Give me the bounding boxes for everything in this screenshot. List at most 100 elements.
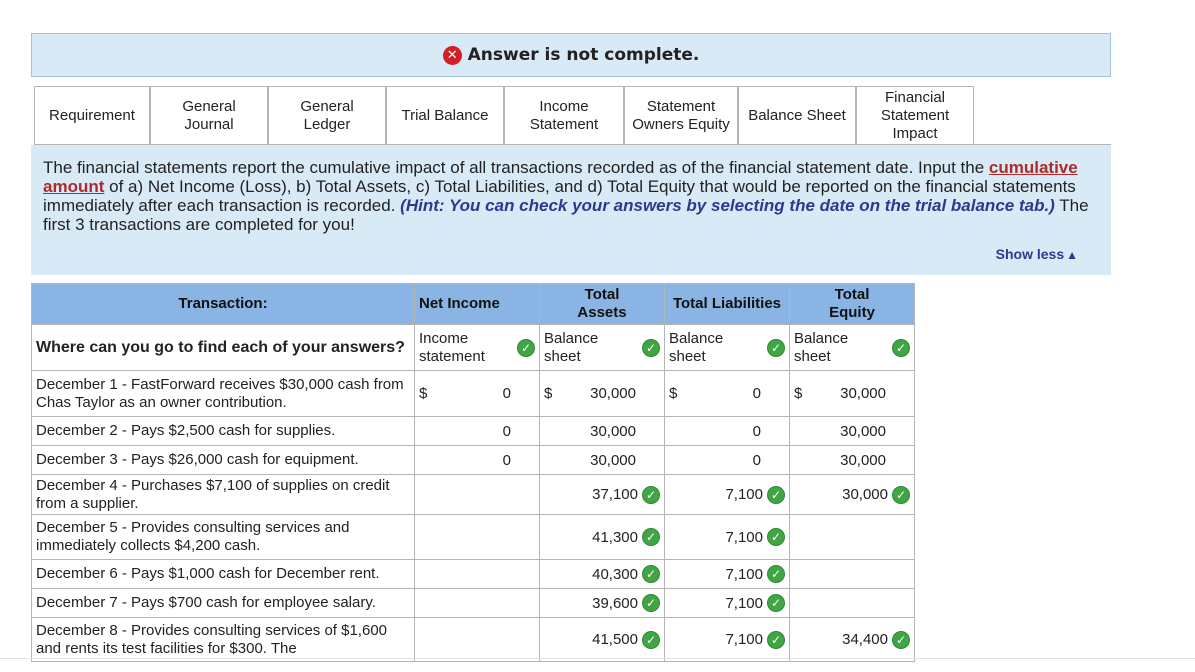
impact-table: Transaction: Net Income Total Assets Tot… xyxy=(31,283,915,662)
check-circle-icon: ✓ xyxy=(767,630,785,649)
check-circle-icon: ✓ xyxy=(767,594,785,612)
cell-total-equity[interactable] xyxy=(789,588,915,618)
check-circle-icon: ✓ xyxy=(642,630,660,649)
table-row: December 4 - Purchases $7,100 of supplie… xyxy=(31,474,915,515)
cell-total-equity: 30,000 xyxy=(789,416,915,446)
value-total-liabilities: 7,100 xyxy=(725,631,763,648)
value-wrap: 30,000 xyxy=(590,423,660,440)
value-total-liabilities: 0 xyxy=(752,422,761,440)
value-total-liabilities: 7,100 xyxy=(725,565,763,583)
check-circle-icon: ✓ xyxy=(767,565,785,583)
value-wrap: 7,100 ✓ xyxy=(725,565,785,583)
value-total-equity: 30,000 xyxy=(840,422,886,440)
check-circle-icon: ✓ xyxy=(642,594,660,612)
check-circle-icon: ✓ xyxy=(642,338,660,357)
table-row: December 5 - Provides consulting service… xyxy=(31,514,915,560)
cell-total-assets: $30,000 xyxy=(539,370,665,417)
check-circle-icon: ✓ xyxy=(767,528,785,546)
value-wrap: 30,000 xyxy=(840,423,910,440)
tab-requirement[interactable]: Requirement xyxy=(34,86,150,145)
value-wrap: 0 xyxy=(503,423,535,440)
value-wrap: 40,300 ✓ xyxy=(592,565,660,583)
cell-net-income[interactable] xyxy=(414,514,540,560)
transaction-description: December 6 - Pays $1,000 cash for Decemb… xyxy=(31,559,415,589)
table-row: December 3 - Pays $26,000 cash for equip… xyxy=(31,445,915,475)
value-total-equity: 34,400 xyxy=(842,631,888,648)
cell-total-liabilities[interactable]: 7,100 ✓ xyxy=(664,474,790,515)
cell-total-assets[interactable]: 41,500 ✓ xyxy=(539,617,665,662)
value-wrap: 7,100 ✓ xyxy=(725,630,785,649)
cell-total-assets[interactable]: 41,300 ✓ xyxy=(539,514,665,560)
value-total-liabilities: 7,100 xyxy=(725,528,763,546)
tab-general-ledger[interactable]: General Ledger xyxy=(268,86,386,145)
cell-net-income[interactable] xyxy=(414,588,540,618)
value-total-equity: 30,000 xyxy=(842,486,888,503)
value-wrap: 0 xyxy=(753,423,785,440)
value-wrap: 39,600 ✓ xyxy=(592,594,660,612)
header-total-liabilities: Total Liabilities xyxy=(664,283,790,325)
location-select-total-assets[interactable]: Balance sheet ✓ xyxy=(539,324,665,371)
cell-total-assets[interactable]: 40,300 ✓ xyxy=(539,559,665,589)
value-total-assets: 40,300 xyxy=(592,565,638,583)
value-wrap: 7,100 ✓ xyxy=(725,485,785,504)
value-net-income: 0 xyxy=(502,451,511,469)
check-circle-icon: ✓ xyxy=(642,528,660,546)
cell-total-liabilities[interactable]: 7,100 ✓ xyxy=(664,617,790,662)
check-circle-icon: ✓ xyxy=(767,485,785,504)
transaction-description: December 4 - Purchases $7,100 of supplie… xyxy=(31,474,415,515)
show-less-link[interactable]: Show less ▲ xyxy=(996,245,1078,265)
value-wrap: 0 xyxy=(503,452,535,469)
value-total-assets: 30,000 xyxy=(590,422,636,440)
cell-total-equity[interactable] xyxy=(789,559,915,589)
cell-total-liabilities[interactable]: 7,100 ✓ xyxy=(664,559,790,589)
cell-total-liabilities[interactable]: 7,100 ✓ xyxy=(664,588,790,618)
cell-net-income[interactable] xyxy=(414,617,540,662)
header-net-income: Net Income xyxy=(414,283,540,325)
cell-total-equity[interactable]: 30,000 ✓ xyxy=(789,474,915,515)
x-circle-icon: ✕ xyxy=(442,45,462,65)
tab-balance-sheet[interactable]: Balance Sheet xyxy=(738,86,856,145)
value-wrap: 7,100 ✓ xyxy=(725,528,785,546)
cell-total-assets[interactable]: 37,100 ✓ xyxy=(539,474,665,515)
location-select-total-liabilities[interactable]: Balance sheet ✓ xyxy=(664,324,790,371)
cell-total-equity[interactable]: 34,400 ✓ xyxy=(789,617,915,662)
header-transaction: Transaction: xyxy=(31,283,415,325)
cell-total-assets[interactable]: 39,600 ✓ xyxy=(539,588,665,618)
value-total-assets: 39,600 xyxy=(592,594,638,612)
value-wrap: 30,000 xyxy=(840,385,910,402)
value-total-assets: 41,500 xyxy=(592,631,638,648)
check-circle-icon: ✓ xyxy=(892,630,910,649)
value-wrap: 30,000 xyxy=(590,385,660,402)
currency-symbol: $ xyxy=(544,385,553,402)
value-wrap: 0 xyxy=(753,452,785,469)
tab-statement-owners-equity[interactable]: Statement Owners Equity xyxy=(624,86,738,145)
table-row: December 2 - Pays $2,500 cash for suppli… xyxy=(31,416,915,446)
value-total-assets: 30,000 xyxy=(590,385,636,402)
answer-status-banner: ✕ Answer is not complete. xyxy=(31,33,1111,77)
tab-income-statement[interactable]: Income Statement xyxy=(504,86,624,145)
transaction-description: December 3 - Pays $26,000 cash for equip… xyxy=(31,445,415,475)
tab-general-journal[interactable]: General Journal xyxy=(150,86,268,145)
value-total-liabilities: 0 xyxy=(752,385,761,402)
banner-text: Answer is not complete. xyxy=(467,45,700,65)
tab-trial-balance[interactable]: Trial Balance xyxy=(386,86,504,145)
cell-net-income[interactable] xyxy=(414,559,540,589)
cell-total-equity: 30,000 xyxy=(789,445,915,475)
cell-net-income: 0 xyxy=(414,416,540,446)
cell-total-liabilities[interactable]: 7,100 ✓ xyxy=(664,514,790,560)
value-total-assets: 41,300 xyxy=(592,528,638,546)
cell-total-equity[interactable] xyxy=(789,514,915,560)
cell-net-income: $0 xyxy=(414,370,540,417)
check-circle-icon: ✓ xyxy=(517,338,535,357)
cell-net-income[interactable] xyxy=(414,474,540,515)
instructions-hint: (Hint: You can check your answers by sel… xyxy=(400,196,1055,215)
cell-net-income: 0 xyxy=(414,445,540,475)
triangle-up-icon: ▲ xyxy=(1066,248,1078,262)
cell-total-assets: 30,000 xyxy=(539,416,665,446)
location-select-total-equity[interactable]: Balance sheet ✓ xyxy=(789,324,915,371)
location-select-net-income[interactable]: Income statement ✓ xyxy=(414,324,540,371)
value-total-assets: 30,000 xyxy=(590,451,636,469)
tab-financial-statement-impact[interactable]: Financial Statement Impact xyxy=(856,86,974,145)
value-wrap: 0 xyxy=(753,385,785,402)
page-bottom-divider xyxy=(0,658,1195,659)
